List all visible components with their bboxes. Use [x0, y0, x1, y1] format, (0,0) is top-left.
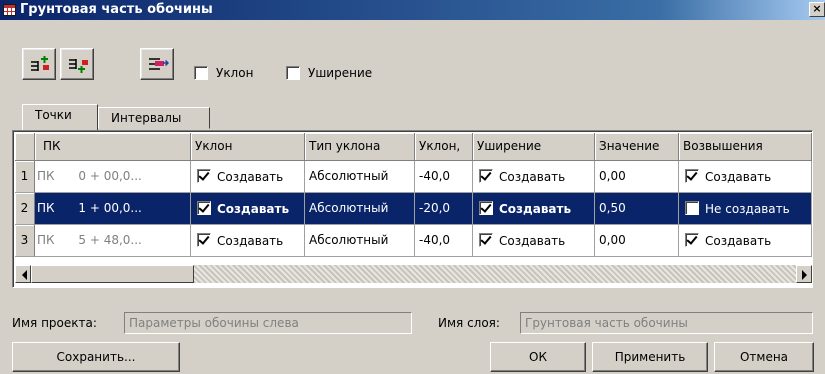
station-value: 1 + 00,0...: [78, 201, 142, 215]
header-widening[interactable]: Уширение: [473, 133, 595, 161]
table-row[interactable]: 1 ПК 0 + 00,0... Создавать Абсолютный -4…: [15, 161, 812, 193]
project-name-label: Имя проекта:: [12, 316, 97, 330]
cancel-button[interactable]: Отмена: [714, 342, 814, 372]
table-header-row: ПК Уклон Тип уклона Уклон, Уширение Знач…: [15, 133, 812, 161]
delete-row-icon: [149, 58, 169, 70]
header-corner: [15, 133, 35, 161]
widening-cell[interactable]: Создавать: [473, 193, 595, 225]
slope-cell[interactable]: Создавать: [191, 225, 305, 257]
add-point-before-button[interactable]: [22, 48, 56, 80]
widening-create-checkbox[interactable]: [479, 233, 493, 247]
header-elevation[interactable]: Возвышения: [679, 133, 812, 161]
elevation-create-checkbox[interactable]: [685, 233, 699, 247]
widening-create-checkbox[interactable]: [479, 201, 493, 215]
tab-points[interactable]: Точки: [22, 104, 98, 130]
station-cell[interactable]: ПК 5 + 48,0...: [35, 225, 191, 257]
slope-create-checkbox[interactable]: [197, 233, 211, 247]
slope-cell[interactable]: Создавать: [191, 193, 305, 225]
widening-cell[interactable]: Создавать: [473, 161, 595, 193]
horizontal-scrollbar[interactable]: [15, 265, 812, 283]
elevation-create-label: Создавать: [705, 170, 772, 184]
tab-points-label: Точки: [35, 108, 72, 122]
dialog-window: Грунтовая часть обочины × Уклон Уширение…: [0, 0, 825, 374]
header-pk[interactable]: ПК: [35, 133, 191, 161]
slope-create-label: Создавать: [217, 234, 284, 248]
tab-intervals[interactable]: Интервалы: [98, 107, 210, 129]
row-number[interactable]: 3: [15, 225, 35, 257]
widening-create-label: Создавать: [499, 170, 566, 184]
scroll-left-arrow-icon[interactable]: [15, 265, 31, 283]
value-cell[interactable]: 0,00: [595, 161, 679, 193]
pk-prefix: ПК: [37, 169, 55, 183]
station-value: 0 + 00,0...: [78, 169, 142, 183]
slope-value-cell[interactable]: -20,0: [415, 193, 473, 225]
widening-create-label: Создавать: [499, 234, 566, 248]
scroll-right-arrow-icon[interactable]: [796, 265, 812, 283]
slope-create-checkbox[interactable]: [197, 201, 211, 215]
grid-icon: [3, 4, 16, 16]
add-point-after-button[interactable]: [60, 48, 94, 80]
elevation-create-checkbox[interactable]: [685, 201, 699, 215]
tab-intervals-label: Интервалы: [111, 111, 182, 125]
slope-create-label: Создавать: [217, 170, 284, 184]
station-cell[interactable]: ПК 0 + 00,0...: [35, 161, 191, 193]
pk-prefix: ПК: [37, 201, 55, 215]
close-icon: ×: [812, 2, 822, 15]
slope-checkbox[interactable]: [194, 66, 208, 80]
title-bar[interactable]: Грунтовая часть обочины ×: [0, 0, 825, 20]
elevation-cell[interactable]: Создавать: [679, 161, 812, 193]
widening-cell[interactable]: Создавать: [473, 225, 595, 257]
points-table[interactable]: ПК Уклон Тип уклона Уклон, Уширение Знач…: [12, 130, 813, 288]
pk-prefix: ПК: [37, 233, 55, 247]
slope-create-label: Создавать: [217, 202, 290, 216]
table-row[interactable]: 3 ПК 5 + 48,0... Создавать Абсолютный -4…: [15, 225, 812, 257]
value-cell[interactable]: 0,00: [595, 225, 679, 257]
apply-button[interactable]: Применить: [592, 342, 708, 372]
widening-checkbox[interactable]: [286, 66, 300, 80]
delete-point-button[interactable]: [140, 48, 174, 80]
slope-value-cell[interactable]: -40,0: [415, 225, 473, 257]
header-slope-type[interactable]: Тип уклона: [305, 133, 415, 161]
close-button[interactable]: ×: [809, 2, 825, 17]
project-name-field[interactable]: Параметры обочины слева: [124, 312, 412, 334]
elevation-create-checkbox[interactable]: [685, 169, 699, 183]
elevation-create-label: Не создавать: [705, 202, 790, 216]
row-number[interactable]: 1: [15, 161, 35, 193]
layer-name-label: Имя слоя:: [438, 316, 500, 330]
slope-type-cell[interactable]: Абсолютный: [305, 161, 415, 193]
widening-create-checkbox[interactable]: [479, 169, 493, 183]
header-slope-value[interactable]: Уклон,: [415, 133, 473, 161]
widening-checkbox-label: Уширение: [308, 66, 373, 80]
elevation-cell[interactable]: Создавать: [679, 225, 812, 257]
slope-create-checkbox[interactable]: [197, 169, 211, 183]
value-cell[interactable]: 0,50: [595, 193, 679, 225]
slope-value-cell[interactable]: -40,0: [415, 161, 473, 193]
save-button[interactable]: Сохранить...: [12, 342, 180, 372]
station-value: 5 + 48,0...: [78, 233, 142, 247]
row-number[interactable]: 2: [15, 193, 35, 225]
header-value[interactable]: Значение: [595, 133, 679, 161]
header-slope[interactable]: Уклон: [191, 133, 305, 161]
layer-name-field[interactable]: Грунтовая часть обочины: [520, 312, 813, 334]
window-title: Грунтовая часть обочины: [20, 2, 213, 17]
elevation-create-label: Создавать: [705, 234, 772, 248]
station-cell[interactable]: ПК 1 + 00,0...: [35, 193, 191, 225]
insert-below-icon: [69, 59, 88, 73]
slope-cell[interactable]: Создавать: [191, 161, 305, 193]
slope-type-cell[interactable]: Абсолютный: [305, 225, 415, 257]
scrollbar-thumb[interactable]: [31, 265, 194, 283]
insert-above-icon: [31, 56, 49, 71]
slope-type-cell[interactable]: Абсолютный: [305, 193, 415, 225]
widening-create-label: Создавать: [499, 202, 572, 216]
table-row-selected[interactable]: 2 ПК 1 + 00,0... Создавать Абсолютный -2…: [15, 193, 812, 225]
elevation-cell[interactable]: Не создавать: [679, 193, 812, 225]
ok-button[interactable]: ОК: [490, 342, 586, 372]
slope-checkbox-label: Уклон: [216, 66, 254, 80]
